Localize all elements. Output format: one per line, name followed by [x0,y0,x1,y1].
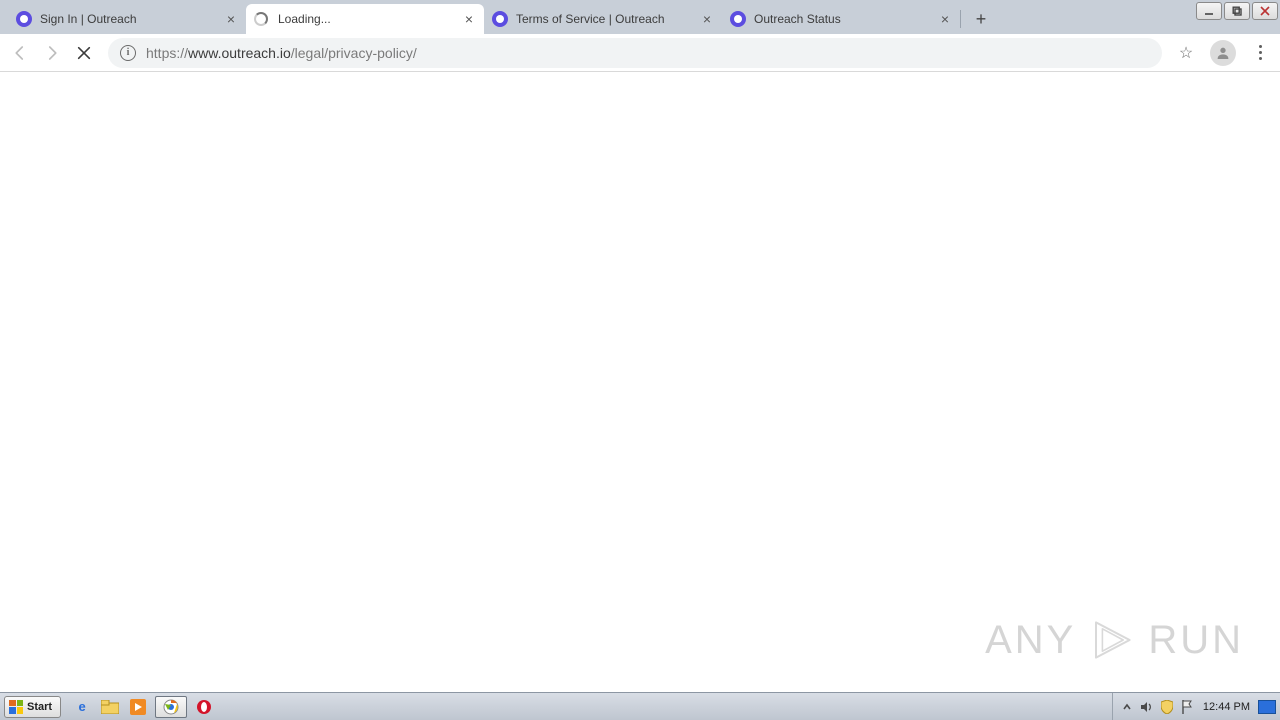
tab-sign-in[interactable]: Sign In | Outreach × [8,4,246,34]
tab-status[interactable]: Outreach Status × [722,4,960,34]
outreach-favicon-icon [16,11,32,27]
play-icon [1088,616,1136,664]
profile-button[interactable] [1210,40,1236,66]
user-icon [1215,45,1231,61]
back-button[interactable] [6,39,34,67]
minimize-button[interactable] [1196,2,1222,20]
tab-separator [960,10,961,28]
close-tab-icon[interactable]: × [224,12,238,26]
spinner-icon [254,12,268,26]
system-tray: 12:44 PM [1112,693,1280,720]
opera-icon[interactable] [193,696,215,718]
windows-logo-icon [9,700,23,714]
watermark: ANY RUN [985,616,1244,664]
flag-icon[interactable] [1179,699,1195,715]
tab-title: Terms of Service | Outreach [516,12,694,26]
page-content [0,72,1280,692]
tab-strip: Sign In | Outreach × Loading... × Terms … [0,0,1280,34]
explorer-icon[interactable] [99,696,121,718]
url-text: https://www.outreach.io/legal/privacy-po… [146,45,417,61]
shield-icon[interactable] [1159,699,1175,715]
watermark-right: RUN [1148,618,1244,663]
start-button[interactable]: Start [4,696,61,718]
close-tab-icon[interactable]: × [938,12,952,26]
tray-chevron-icon[interactable] [1119,699,1135,715]
close-tab-icon[interactable]: × [700,12,714,26]
star-icon: ☆ [1179,43,1193,63]
ie-icon[interactable]: e [71,696,93,718]
forward-button[interactable] [38,39,66,67]
site-info-icon[interactable]: i [120,45,136,61]
watermark-left: ANY [985,618,1076,663]
tab-title: Loading... [278,12,456,26]
browser-toolbar: i https://www.outreach.io/legal/privacy-… [0,34,1280,72]
window-controls [1196,2,1278,20]
tab-title: Outreach Status [754,12,932,26]
tab-title: Sign In | Outreach [40,12,218,26]
start-label: Start [27,701,52,713]
show-desktop-button[interactable] [1258,700,1276,714]
clock[interactable]: 12:44 PM [1199,701,1254,713]
menu-button[interactable] [1246,39,1274,67]
taskbar-pins: e [71,696,215,718]
close-window-button[interactable] [1252,2,1278,20]
tab-terms[interactable]: Terms of Service | Outreach × [484,4,722,34]
address-bar[interactable]: i https://www.outreach.io/legal/privacy-… [108,38,1162,68]
chrome-taskbar-icon[interactable] [155,696,187,718]
tab-loading[interactable]: Loading... × [246,4,484,34]
bookmark-button[interactable]: ☆ [1172,39,1200,67]
media-icon[interactable] [127,696,149,718]
close-tab-icon[interactable]: × [462,12,476,26]
outreach-favicon-icon [492,11,508,27]
stop-button[interactable] [70,39,98,67]
new-tab-button[interactable]: + [967,5,995,33]
outreach-favicon-icon [730,11,746,27]
maximize-button[interactable] [1224,2,1250,20]
kebab-icon [1248,45,1272,60]
volume-icon[interactable] [1139,699,1155,715]
taskbar: Start e 12:44 PM [0,692,1280,720]
